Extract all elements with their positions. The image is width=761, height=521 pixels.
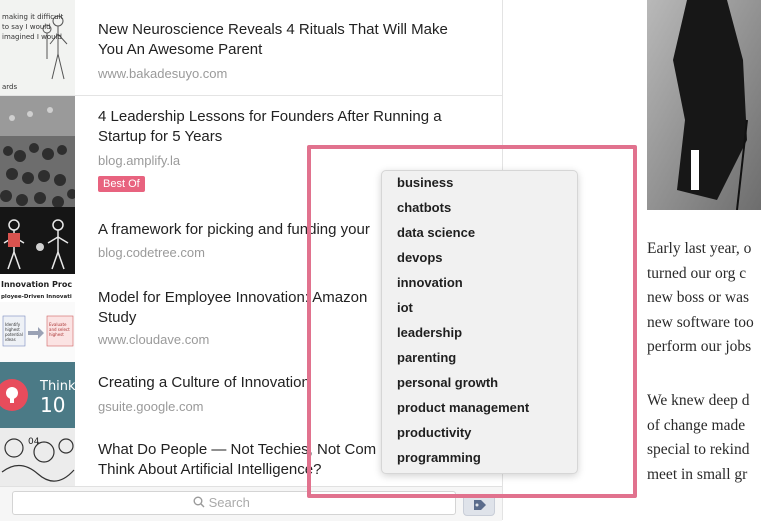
menu-item-tag[interactable]: leadership — [397, 325, 462, 340]
menu-item-tag[interactable]: business — [397, 175, 453, 190]
tag-dropdown-menu: business chatbots data science devops in… — [381, 170, 578, 474]
article-domain: gsuite.google.com — [98, 399, 204, 414]
article-thumbnail: making it difficult to say I would imagi… — [0, 0, 75, 95]
menu-item-tag[interactable]: programming — [397, 450, 481, 465]
article-line: perform our jobs — [647, 338, 752, 355]
article-title-line: You An Awesome Parent — [98, 41, 263, 58]
article-thumbnail: Innovation Proc ployee-Driven Innovati I… — [0, 274, 75, 362]
article-title[interactable]: New Neuroscience Reveals 4 Rituals That … — [98, 20, 478, 60]
thumb-text: ideas — [5, 337, 16, 342]
search-icon — [193, 496, 205, 508]
article-paragraph: Early last year, o turned our org c new … — [647, 237, 761, 360]
search-input[interactable]: Search — [12, 491, 456, 515]
thumb-text: imagined I would — [2, 33, 62, 41]
article-thumbnail: Think 10 — [0, 362, 75, 428]
thumb-text: Innovation Proc — [1, 280, 72, 289]
article-domain: www.bakadesuyo.com — [98, 66, 228, 81]
article-title-line: New Neuroscience Reveals 4 Rituals That … — [98, 21, 448, 38]
menu-item-tag[interactable]: iot — [397, 300, 413, 315]
thumb-text: making it difficult — [2, 13, 64, 21]
menu-item-tag[interactable]: chatbots — [397, 200, 451, 215]
article-line: of change made — [647, 416, 746, 434]
thumb-text: highest — [49, 332, 64, 337]
article-line: new software too — [647, 313, 754, 331]
menu-item-tag[interactable]: parenting — [397, 350, 456, 365]
article-title[interactable]: 4 Leadership Lessons for Founders After … — [98, 107, 478, 147]
thumb-text: Think — [39, 379, 75, 394]
thumb-text: 04 — [28, 437, 40, 447]
search-placeholder: Search — [208, 495, 250, 510]
article-line: new boss or was — [647, 289, 750, 306]
list-item[interactable]: making it difficult to say I would imagi… — [0, 0, 502, 96]
article-line: special to rekind — [647, 441, 750, 458]
article-line: meet in small gr — [647, 465, 748, 483]
article-thumbnail — [0, 207, 75, 274]
article-domain: blog.codetree.com — [98, 245, 205, 260]
article-title-line: 4 Leadership Lessons for Founders After … — [98, 108, 442, 125]
article-domain: www.cloudave.com — [98, 332, 210, 347]
thumb-text: 10 — [40, 393, 65, 417]
search-placeholder-wrap: Search — [193, 495, 250, 510]
tag-filter-button[interactable] — [463, 494, 495, 516]
tag-icon — [474, 500, 486, 510]
article-line: Early last year, o — [647, 240, 752, 257]
menu-item-tag[interactable]: data science — [397, 225, 475, 240]
menu-item-tag[interactable]: productivity — [397, 425, 471, 440]
menu-item-tag[interactable]: innovation — [397, 275, 463, 290]
article-title-line: Startup for 5 Years — [98, 128, 223, 145]
article-thumbnail: 04 — [0, 428, 75, 486]
thumb-text: ards — [2, 83, 17, 91]
menu-item-tag[interactable]: product management — [397, 400, 529, 415]
list-footer: Search — [0, 486, 502, 521]
article-paragraph: We knew deep d of change made special to… — [647, 389, 761, 487]
menu-item-tag[interactable]: personal growth — [397, 375, 498, 390]
thumb-text: to say I would — [2, 23, 51, 31]
best-of-badge: Best Of — [98, 176, 145, 192]
article-domain: blog.amplify.la — [98, 153, 181, 168]
article-thumbnail — [0, 96, 75, 207]
article-hero-image — [647, 0, 761, 210]
thumb-text: ployee-Driven Innovati — [1, 294, 72, 300]
article-line: We knew deep d — [647, 392, 750, 409]
article-line: turned our org c — [647, 264, 747, 282]
menu-item-tag[interactable]: devops — [397, 250, 443, 265]
